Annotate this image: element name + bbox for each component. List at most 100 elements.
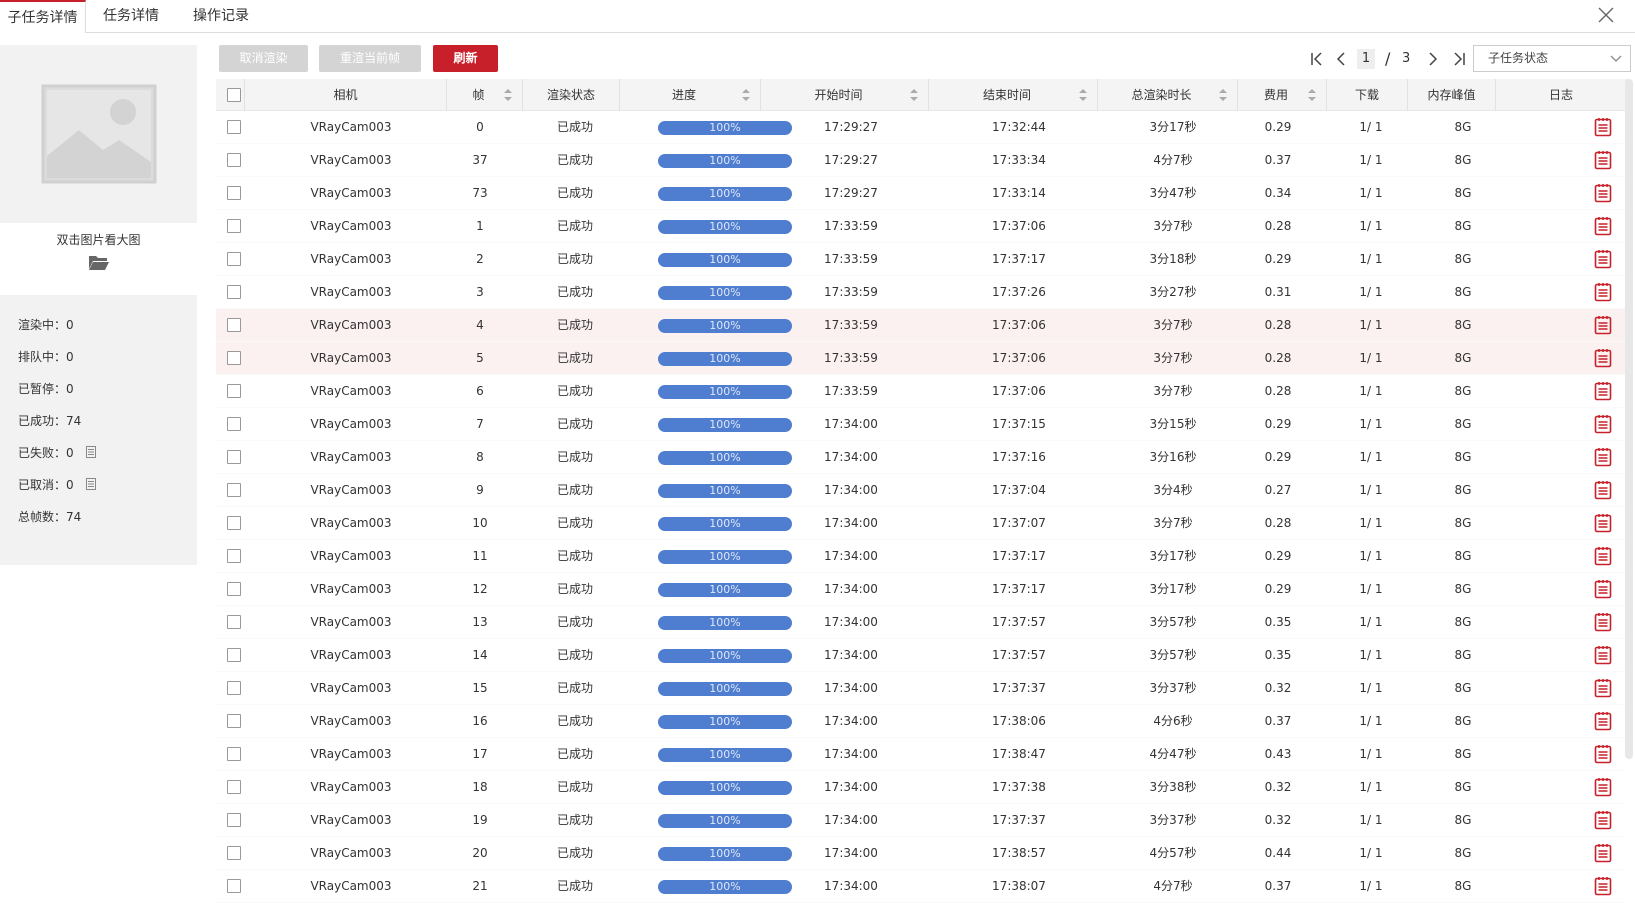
rerender-current-frame-button[interactable]: 重渲当前帧 — [319, 45, 421, 72]
table-row[interactable]: VRayCam003 37 已成功 100% 17:29:27 17:33:34 4分7秒 0… — [216, 144, 1627, 177]
log-icon[interactable] — [1594, 216, 1612, 236]
row-checkbox[interactable] — [227, 417, 241, 431]
select-all-checkbox[interactable] — [227, 88, 241, 102]
header-total-duration[interactable]: 总渲染时长 — [1098, 79, 1238, 111]
log-icon[interactable] — [1594, 513, 1612, 533]
next-page-icon[interactable] — [1422, 47, 1442, 71]
header-frame[interactable]: 帧 — [447, 79, 523, 111]
header-end-time[interactable]: 结束时间 — [929, 79, 1098, 111]
log-icon[interactable] — [1594, 579, 1612, 599]
log-icon[interactable] — [1594, 645, 1612, 665]
log-icon[interactable] — [1594, 480, 1612, 500]
row-checkbox[interactable] — [227, 879, 241, 893]
log-icon[interactable] — [1594, 744, 1612, 764]
log-icon[interactable] — [1594, 612, 1612, 632]
header-progress[interactable]: 进度 — [620, 79, 761, 111]
row-checkbox[interactable] — [227, 747, 241, 761]
table-row[interactable]: VRayCam003 12 已成功 100% 17:34:00 17:37:17 3分17秒… — [216, 573, 1627, 606]
row-checkbox[interactable] — [227, 153, 241, 167]
log-icon[interactable] — [1594, 810, 1612, 830]
sort-icon[interactable] — [1219, 89, 1227, 101]
log-icon[interactable] — [1594, 150, 1612, 170]
log-icon[interactable] — [1594, 711, 1612, 731]
table-row[interactable]: VRayCam003 15 已成功 100% 17:34:00 17:37:37 3分37秒… — [216, 672, 1627, 705]
cancel-render-button[interactable]: 取消渲染 — [219, 45, 308, 72]
sort-icon[interactable] — [910, 89, 918, 101]
table-row[interactable]: VRayCam003 4 已成功 100% 17:33:59 17:37:06 3分7秒 0.… — [216, 309, 1627, 342]
row-checkbox[interactable] — [227, 120, 241, 134]
row-checkbox[interactable] — [227, 681, 241, 695]
row-checkbox[interactable] — [227, 285, 241, 299]
sort-icon[interactable] — [1079, 89, 1087, 101]
table-row[interactable]: VRayCam003 7 已成功 100% 17:34:00 17:37:15 3分15秒 0… — [216, 408, 1627, 441]
log-icon[interactable] — [1594, 546, 1612, 566]
table-row[interactable]: VRayCam003 16 已成功 100% 17:34:00 17:38:06 4分6秒 0… — [216, 705, 1627, 738]
row-checkbox[interactable] — [227, 714, 241, 728]
prev-page-icon[interactable] — [1332, 47, 1352, 71]
table-row[interactable]: VRayCam003 18 已成功 100% 17:34:00 17:37:38 3分38秒… — [216, 771, 1627, 804]
refresh-button[interactable]: 刷新 — [433, 45, 498, 72]
row-checkbox[interactable] — [227, 648, 241, 662]
tab-subtask-details[interactable]: 子任务详情 — [0, 0, 86, 33]
first-page-icon[interactable] — [1307, 47, 1327, 71]
table-row[interactable]: VRayCam003 2 已成功 100% 17:33:59 17:37:17 3分18秒 0… — [216, 243, 1627, 276]
table-row[interactable]: VRayCam003 17 已成功 100% 17:34:00 17:38:47 4分47秒… — [216, 738, 1627, 771]
log-icon[interactable] — [1594, 348, 1612, 368]
log-icon[interactable] — [1594, 843, 1612, 863]
log-icon[interactable] — [1594, 183, 1612, 203]
row-checkbox[interactable] — [227, 813, 241, 827]
table-row[interactable]: VRayCam003 8 已成功 100% 17:34:00 17:37:16 3分16秒 0… — [216, 441, 1627, 474]
sort-icon[interactable] — [742, 89, 750, 101]
current-page[interactable]: 1 — [1357, 49, 1375, 69]
row-checkbox[interactable] — [227, 516, 241, 530]
open-folder-button[interactable] — [0, 253, 197, 279]
document-icon[interactable] — [86, 478, 96, 490]
table-row[interactable]: VRayCam003 14 已成功 100% 17:34:00 17:37:57 3分57秒… — [216, 639, 1627, 672]
row-checkbox[interactable] — [227, 252, 241, 266]
log-icon[interactable] — [1594, 414, 1612, 434]
vertical-scrollbar[interactable] — [1625, 79, 1633, 759]
table-row[interactable]: VRayCam003 73 已成功 100% 17:29:27 17:33:14 3分47秒… — [216, 177, 1627, 210]
row-checkbox[interactable] — [227, 483, 241, 497]
row-checkbox[interactable] — [227, 186, 241, 200]
tab-task-details[interactable]: 任务详情 — [86, 0, 176, 33]
table-row[interactable]: VRayCam003 3 已成功 100% 17:33:59 17:37:26 3分27秒 0… — [216, 276, 1627, 309]
row-checkbox[interactable] — [227, 318, 241, 332]
log-icon[interactable] — [1594, 777, 1612, 797]
table-row[interactable]: VRayCam003 6 已成功 100% 17:33:59 17:37:06 3分7秒 0.… — [216, 375, 1627, 408]
row-checkbox[interactable] — [227, 582, 241, 596]
table-row[interactable]: VRayCam003 11 已成功 100% 17:34:00 17:37:17 3分17秒… — [216, 540, 1627, 573]
log-icon[interactable] — [1594, 249, 1612, 269]
log-icon[interactable] — [1594, 447, 1612, 467]
table-row[interactable]: VRayCam003 1 已成功 100% 17:33:59 17:37:06 3分7秒 0.… — [216, 210, 1627, 243]
table-row[interactable]: VRayCam003 19 已成功 100% 17:34:00 17:37:37 3分37秒… — [216, 804, 1627, 837]
row-checkbox[interactable] — [227, 615, 241, 629]
log-icon[interactable] — [1594, 282, 1612, 302]
table-row[interactable]: VRayCam003 5 已成功 100% 17:33:59 17:37:06 3分7秒 0.… — [216, 342, 1627, 375]
row-checkbox[interactable] — [227, 219, 241, 233]
table-row[interactable]: VRayCam003 20 已成功 100% 17:34:00 17:38:57 4分57秒… — [216, 837, 1627, 870]
sort-icon[interactable] — [1308, 89, 1316, 101]
thumbnail-preview[interactable] — [0, 45, 197, 223]
log-icon[interactable] — [1594, 117, 1612, 137]
tab-operation-log[interactable]: 操作记录 — [176, 0, 266, 33]
row-checkbox[interactable] — [227, 351, 241, 365]
log-icon[interactable] — [1594, 876, 1612, 896]
table-row[interactable]: VRayCam003 10 已成功 100% 17:34:00 17:37:07 3分7秒 0… — [216, 507, 1627, 540]
row-checkbox[interactable] — [227, 549, 241, 563]
table-row[interactable]: VRayCam003 9 已成功 100% 17:34:00 17:37:04 3分4秒 0.… — [216, 474, 1627, 507]
header-cost[interactable]: 费用 — [1238, 79, 1327, 111]
row-checkbox[interactable] — [227, 450, 241, 464]
header-start-time[interactable]: 开始时间 — [761, 79, 929, 111]
subtask-status-select[interactable]: 子任务状态 — [1473, 45, 1631, 72]
table-row[interactable]: VRayCam003 21 已成功 100% 17:34:00 17:38:07 4分7秒 0… — [216, 870, 1627, 903]
log-icon[interactable] — [1594, 678, 1612, 698]
sort-icon[interactable] — [504, 89, 512, 101]
row-checkbox[interactable] — [227, 780, 241, 794]
log-icon[interactable] — [1594, 381, 1612, 401]
table-row[interactable]: VRayCam003 0 已成功 100% 17:29:27 17:32:44 3分17秒 0… — [216, 111, 1627, 144]
table-row[interactable]: VRayCam003 13 已成功 100% 17:34:00 17:37:57 3分57秒… — [216, 606, 1627, 639]
row-checkbox[interactable] — [227, 384, 241, 398]
document-icon[interactable] — [86, 446, 96, 458]
log-icon[interactable] — [1594, 315, 1612, 335]
